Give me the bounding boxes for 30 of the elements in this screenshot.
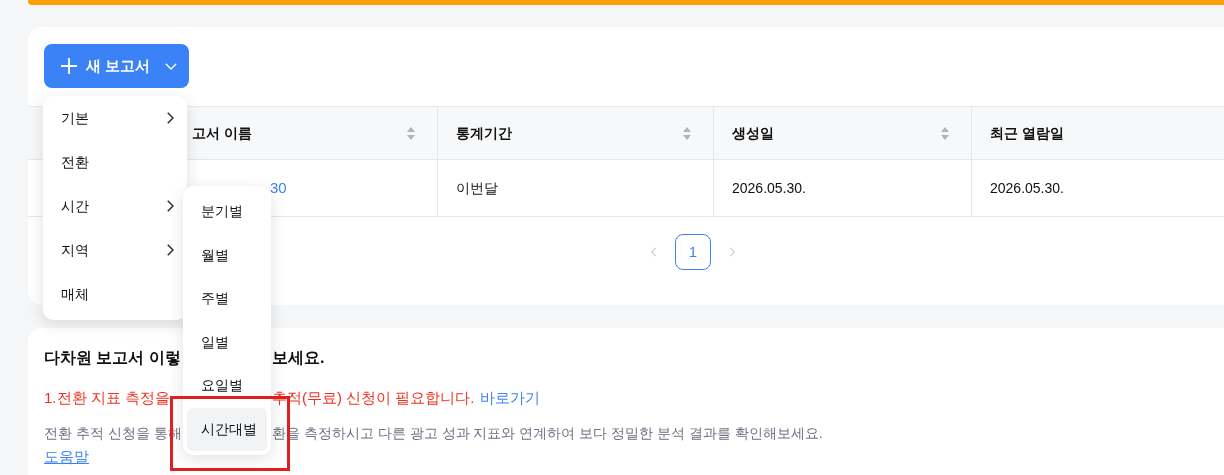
- menu-item[interactable]: 매체: [43, 272, 187, 316]
- table-cell-text: 2026.05.30.: [990, 178, 1064, 198]
- plus-icon: [60, 57, 78, 75]
- table-cell-text: 이번달: [456, 178, 498, 198]
- sort-icon[interactable]: [941, 126, 949, 140]
- table-cell-text: 2026.05.30.: [732, 178, 806, 198]
- submenu-item[interactable]: 요일별: [187, 364, 267, 408]
- sort-icon[interactable]: [407, 126, 415, 140]
- info-heading: 보세요.: [272, 348, 325, 368]
- page-button[interactable]: 1: [675, 234, 711, 270]
- new-report-button[interactable]: 새 보고서: [44, 44, 189, 88]
- shortcut-link[interactable]: 바로가기: [479, 386, 540, 410]
- help-link[interactable]: 도움말: [44, 446, 89, 469]
- column-header: 최근 열람일: [990, 123, 1064, 143]
- submenu-item[interactable]: 시간대별: [187, 407, 267, 451]
- menu-item[interactable]: 시간: [43, 184, 187, 228]
- submenu-item[interactable]: 주별: [187, 277, 267, 321]
- sort-icon[interactable]: [683, 126, 691, 140]
- menu-item[interactable]: 기본: [43, 96, 187, 140]
- report-name-link[interactable]: 30: [270, 176, 287, 200]
- submenu-item[interactable]: 분기별: [187, 190, 267, 234]
- submenu-item[interactable]: 월별: [187, 233, 267, 277]
- column-header: 생성일: [732, 123, 774, 143]
- menu-item[interactable]: 전환: [43, 140, 187, 184]
- column-header: 고서 이름: [192, 123, 252, 143]
- column-header: 통계기간: [456, 123, 512, 143]
- info-heading: 다차원 보고서 이렇: [44, 349, 181, 366]
- submenu-item[interactable]: 일별: [187, 320, 267, 364]
- notice-text: 1.전환 지표 측정을: [44, 388, 170, 406]
- menu-item[interactable]: 지역: [43, 228, 187, 272]
